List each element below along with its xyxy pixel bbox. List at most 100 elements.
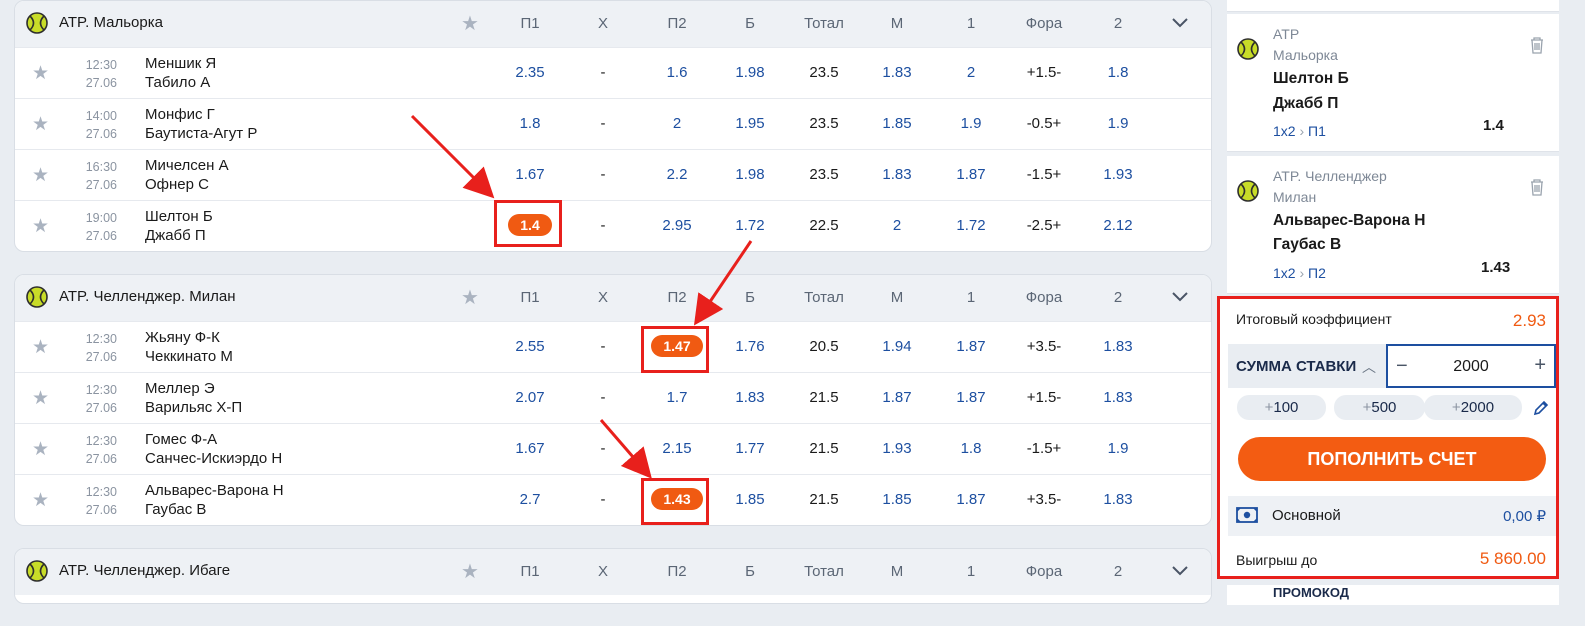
odd-under[interactable]: 1.85 <box>862 115 932 132</box>
chevron-down-icon[interactable] <box>1171 287 1189 305</box>
favorite-star-icon[interactable]: ★ <box>32 336 49 359</box>
match-row[interactable]: ★ 14:00 27.06 Монфис Г Баутиста-Агут Р 1.8-2 1… <box>15 98 1211 149</box>
handicap-value[interactable]: -1.5+ <box>1009 440 1079 457</box>
match-teams[interactable]: Гомес Ф-А Санчес-Искиэрдо Н <box>145 430 282 468</box>
trash-icon[interactable] <box>1529 178 1545 196</box>
odd-p2[interactable]: 2.95 <box>642 217 712 234</box>
odd-h1[interactable]: 1.9 <box>936 115 1006 132</box>
favorite-star-icon[interactable]: ★ <box>32 215 49 238</box>
odd-over[interactable]: 1.98 <box>715 64 785 81</box>
odd-h2[interactable]: 1.93 <box>1083 166 1153 183</box>
match-row[interactable]: ★ 12:30 27.06 Меншик Я Табило А 2.35-1.6 1.98 2… <box>15 47 1211 98</box>
league-header[interactable]: ATP. Челленджер. Милан ★ П1 X П2 Б Тотал… <box>15 275 1211 321</box>
stake-stepper[interactable]: − 2000 + <box>1386 344 1556 388</box>
odd-h1[interactable]: 1.72 <box>936 217 1006 234</box>
odd-p2[interactable]: 2.15 <box>642 440 712 457</box>
favorite-star-icon[interactable]: ★ <box>32 438 49 461</box>
total-value[interactable]: 21.5 <box>789 491 859 508</box>
odd-over[interactable]: 1.76 <box>715 338 785 355</box>
odd-h1[interactable]: 1.87 <box>936 491 1006 508</box>
match-teams[interactable]: Меллер Э Варильяс Х-П <box>145 379 242 417</box>
handicap-value[interactable]: -0.5+ <box>1009 115 1079 132</box>
odd-h1[interactable]: 2 <box>936 64 1006 81</box>
odd-p2[interactable]: 2.2 <box>642 166 712 183</box>
odd-over[interactable]: 1.95 <box>715 115 785 132</box>
odd-p1[interactable]: 2.7 <box>495 491 565 508</box>
total-value[interactable]: 20.5 <box>789 338 859 355</box>
odd-p2[interactable]: 1.7 <box>642 389 712 406</box>
odd-under[interactable]: 1.85 <box>862 491 932 508</box>
odd-p1[interactable]: 1.8 <box>495 115 565 132</box>
total-value[interactable]: 23.5 <box>789 166 859 183</box>
favorite-star-icon[interactable]: ★ <box>32 113 49 136</box>
odd-h2[interactable]: 1.8 <box>1083 64 1153 81</box>
account-row[interactable]: Основной 0,00 ₽ <box>1228 496 1556 536</box>
odd-h1[interactable]: 1.8 <box>936 440 1006 457</box>
match-teams[interactable]: Мичелсен А Офнер С <box>145 156 229 194</box>
odd-h2[interactable]: 1.9 <box>1083 115 1153 132</box>
handicap-value[interactable]: +1.5- <box>1009 389 1079 406</box>
chevron-down-icon[interactable] <box>1171 561 1189 579</box>
total-value[interactable]: 21.5 <box>789 440 859 457</box>
match-teams[interactable]: Жьяну Ф-К Чеккинато М <box>145 328 233 366</box>
handicap-value[interactable]: +3.5- <box>1009 491 1079 508</box>
total-value[interactable]: 22.5 <box>789 217 859 234</box>
match-row[interactable]: ★ 12:30 27.06 Жьяну Ф-К Чеккинато М 2.55-1.47… <box>15 321 1211 372</box>
handicap-value[interactable]: +3.5- <box>1009 338 1079 355</box>
odd-under[interactable]: 1.83 <box>862 64 932 81</box>
odd-h2[interactable]: 1.83 <box>1083 389 1153 406</box>
quick-stake-button[interactable]: +2000 <box>1424 395 1522 420</box>
match-teams[interactable]: Меншик Я Табило А <box>145 54 216 92</box>
favorite-star-icon[interactable]: ★ <box>32 387 49 410</box>
match-row[interactable]: ★ 16:30 27.06 Мичелсен А Офнер С 1.67 - 2.2 1.98… <box>15 149 1211 200</box>
odd-under[interactable]: 1.93 <box>862 440 932 457</box>
league-header[interactable]: ATP. Мальорка ★ П1 X П2 Б Тотал М 1 Фора… <box>15 1 1211 47</box>
odd-h1[interactable]: 1.87 <box>936 166 1006 183</box>
odd-p1[interactable]: 1.67 <box>495 440 565 457</box>
total-value[interactable]: 23.5 <box>789 115 859 132</box>
odd-under[interactable]: 1.87 <box>862 389 932 406</box>
odd-h2[interactable]: 1.9 <box>1083 440 1153 457</box>
odd-h2[interactable]: 2.12 <box>1083 217 1153 234</box>
match-row[interactable]: ★ 12:30 27.06 Меллер Э Варильяс Х-П 2.07-1.7 1… <box>15 372 1211 423</box>
favorite-star-icon[interactable]: ★ <box>32 62 49 85</box>
favorite-star-icon[interactable]: ★ <box>32 489 49 512</box>
odd-p1[interactable]: 1.67 <box>495 166 565 183</box>
favorite-star-icon[interactable]: ★ <box>32 164 49 187</box>
stake-input[interactable]: 2000 <box>1388 358 1554 376</box>
match-row[interactable]: ★ 12:30 27.06 Гомес Ф-А Санчес-Искиэрдо Н 1.6… <box>15 423 1211 474</box>
odd-under[interactable]: 1.94 <box>862 338 932 355</box>
quick-stake-button[interactable]: +100 <box>1237 395 1326 420</box>
odd-p1[interactable]: 2.07 <box>495 389 565 406</box>
handicap-value[interactable]: +1.5- <box>1009 64 1079 81</box>
promo-code-row[interactable]: ПРОМОКОД <box>1227 585 1559 605</box>
odd-p2[interactable]: 2 <box>642 115 712 132</box>
odd-over[interactable]: 1.98 <box>715 166 785 183</box>
odd-under[interactable]: 2 <box>862 217 932 234</box>
odd-over[interactable]: 1.77 <box>715 440 785 457</box>
handicap-value[interactable]: -2.5+ <box>1009 217 1079 234</box>
odd-p2[interactable]: 1.6 <box>642 64 712 81</box>
odd-over[interactable]: 1.85 <box>715 491 785 508</box>
odd-over[interactable]: 1.72 <box>715 217 785 234</box>
favorite-star-icon[interactable]: ★ <box>461 11 479 36</box>
chevron-down-icon[interactable] <box>1171 13 1189 31</box>
league-header[interactable]: ATP. Челленджер. Ибаге ★ П1 X П2 Б Тотал… <box>15 549 1211 595</box>
total-value[interactable]: 21.5 <box>789 389 859 406</box>
match-teams[interactable]: Шелтон Б Джабб П <box>145 207 213 245</box>
odd-under[interactable]: 1.83 <box>862 166 932 183</box>
favorite-star-icon[interactable]: ★ <box>461 285 479 310</box>
odd-h2[interactable]: 1.83 <box>1083 338 1153 355</box>
plus-button[interactable]: + <box>1534 354 1546 377</box>
chevron-up-icon[interactable]: ︿ <box>1362 357 1376 377</box>
top-up-button[interactable]: ПОПОЛНИТЬ СЧЕТ <box>1238 437 1546 481</box>
favorite-star-icon[interactable]: ★ <box>461 559 479 584</box>
match-teams[interactable]: Альварес-Варона Н Гаубас В <box>145 481 284 519</box>
odd-p1[interactable]: 2.35 <box>495 64 565 81</box>
trash-icon[interactable] <box>1529 36 1545 54</box>
match-row[interactable]: ★ 12:30 27.06 Альварес-Варона Н Гаубас В 2.7 -… <box>15 474 1211 525</box>
quick-stake-button[interactable]: +500 <box>1334 395 1425 420</box>
total-value[interactable]: 23.5 <box>789 64 859 81</box>
match-row[interactable]: ★ 19:00 27.06 Шелтон Б Джабб П 1.4-2.95 1.72 22… <box>15 200 1211 251</box>
odd-h2[interactable]: 1.83 <box>1083 491 1153 508</box>
